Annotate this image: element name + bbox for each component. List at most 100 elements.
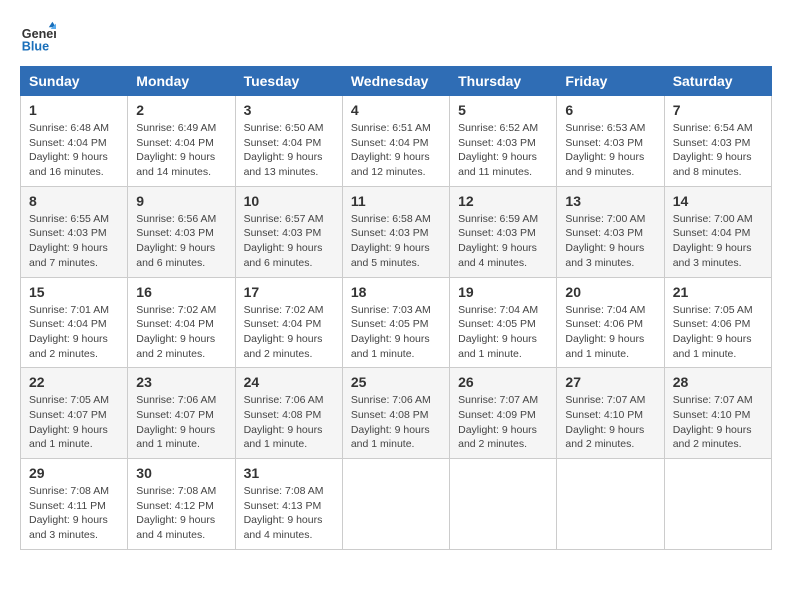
day-number: 7 [673, 102, 763, 118]
header-thursday: Thursday [450, 67, 557, 96]
day-number: 15 [29, 284, 119, 300]
calendar-cell: 17 Sunrise: 7:02 AMSunset: 4:04 PMDaylig… [235, 277, 342, 368]
day-info: Sunrise: 6:51 AMSunset: 4:04 PMDaylight:… [351, 121, 441, 180]
day-number: 16 [136, 284, 226, 300]
calendar-cell: 15 Sunrise: 7:01 AMSunset: 4:04 PMDaylig… [21, 277, 128, 368]
calendar-cell: 5 Sunrise: 6:52 AMSunset: 4:03 PMDayligh… [450, 96, 557, 187]
day-info: Sunrise: 6:53 AMSunset: 4:03 PMDaylight:… [565, 121, 655, 180]
calendar-cell: 1 Sunrise: 6:48 AMSunset: 4:04 PMDayligh… [21, 96, 128, 187]
calendar-cell: 28 Sunrise: 7:07 AMSunset: 4:10 PMDaylig… [664, 368, 771, 459]
calendar-cell: 21 Sunrise: 7:05 AMSunset: 4:06 PMDaylig… [664, 277, 771, 368]
day-number: 24 [244, 374, 334, 390]
calendar-table: SundayMondayTuesdayWednesdayThursdayFrid… [20, 66, 772, 550]
day-info: Sunrise: 6:58 AMSunset: 4:03 PMDaylight:… [351, 212, 441, 271]
day-number: 5 [458, 102, 548, 118]
day-number: 12 [458, 193, 548, 209]
calendar-cell: 2 Sunrise: 6:49 AMSunset: 4:04 PMDayligh… [128, 96, 235, 187]
day-info: Sunrise: 7:03 AMSunset: 4:05 PMDaylight:… [351, 303, 441, 362]
day-number: 19 [458, 284, 548, 300]
week-row-2: 8 Sunrise: 6:55 AMSunset: 4:03 PMDayligh… [21, 186, 772, 277]
calendar-cell: 26 Sunrise: 7:07 AMSunset: 4:09 PMDaylig… [450, 368, 557, 459]
day-info: Sunrise: 7:07 AMSunset: 4:10 PMDaylight:… [565, 393, 655, 452]
day-number: 30 [136, 465, 226, 481]
day-number: 20 [565, 284, 655, 300]
calendar-cell: 25 Sunrise: 7:06 AMSunset: 4:08 PMDaylig… [342, 368, 449, 459]
day-number: 10 [244, 193, 334, 209]
day-info: Sunrise: 6:52 AMSunset: 4:03 PMDaylight:… [458, 121, 548, 180]
calendar-header-row: SundayMondayTuesdayWednesdayThursdayFrid… [21, 67, 772, 96]
day-number: 26 [458, 374, 548, 390]
header-friday: Friday [557, 67, 664, 96]
calendar-cell: 8 Sunrise: 6:55 AMSunset: 4:03 PMDayligh… [21, 186, 128, 277]
calendar-cell: 29 Sunrise: 7:08 AMSunset: 4:11 PMDaylig… [21, 459, 128, 550]
day-number: 18 [351, 284, 441, 300]
day-info: Sunrise: 7:08 AMSunset: 4:12 PMDaylight:… [136, 484, 226, 543]
calendar-cell: 19 Sunrise: 7:04 AMSunset: 4:05 PMDaylig… [450, 277, 557, 368]
day-info: Sunrise: 7:07 AMSunset: 4:09 PMDaylight:… [458, 393, 548, 452]
week-row-5: 29 Sunrise: 7:08 AMSunset: 4:11 PMDaylig… [21, 459, 772, 550]
day-number: 14 [673, 193, 763, 209]
day-info: Sunrise: 7:02 AMSunset: 4:04 PMDaylight:… [136, 303, 226, 362]
calendar-cell: 10 Sunrise: 6:57 AMSunset: 4:03 PMDaylig… [235, 186, 342, 277]
calendar-cell: 4 Sunrise: 6:51 AMSunset: 4:04 PMDayligh… [342, 96, 449, 187]
calendar-cell: 9 Sunrise: 6:56 AMSunset: 4:03 PMDayligh… [128, 186, 235, 277]
calendar-cell: 11 Sunrise: 6:58 AMSunset: 4:03 PMDaylig… [342, 186, 449, 277]
day-info: Sunrise: 6:50 AMSunset: 4:04 PMDaylight:… [244, 121, 334, 180]
day-info: Sunrise: 6:49 AMSunset: 4:04 PMDaylight:… [136, 121, 226, 180]
day-info: Sunrise: 7:02 AMSunset: 4:04 PMDaylight:… [244, 303, 334, 362]
day-number: 2 [136, 102, 226, 118]
day-number: 9 [136, 193, 226, 209]
calendar-cell: 23 Sunrise: 7:06 AMSunset: 4:07 PMDaylig… [128, 368, 235, 459]
day-info: Sunrise: 7:08 AMSunset: 4:13 PMDaylight:… [244, 484, 334, 543]
day-info: Sunrise: 7:00 AMSunset: 4:03 PMDaylight:… [565, 212, 655, 271]
day-number: 21 [673, 284, 763, 300]
day-info: Sunrise: 6:59 AMSunset: 4:03 PMDaylight:… [458, 212, 548, 271]
calendar-cell: 22 Sunrise: 7:05 AMSunset: 4:07 PMDaylig… [21, 368, 128, 459]
svg-text:Blue: Blue [22, 40, 49, 54]
day-number: 31 [244, 465, 334, 481]
day-info: Sunrise: 6:56 AMSunset: 4:03 PMDaylight:… [136, 212, 226, 271]
calendar-cell: 18 Sunrise: 7:03 AMSunset: 4:05 PMDaylig… [342, 277, 449, 368]
day-number: 17 [244, 284, 334, 300]
calendar-cell: 16 Sunrise: 7:02 AMSunset: 4:04 PMDaylig… [128, 277, 235, 368]
calendar-cell: 20 Sunrise: 7:04 AMSunset: 4:06 PMDaylig… [557, 277, 664, 368]
calendar-cell: 30 Sunrise: 7:08 AMSunset: 4:12 PMDaylig… [128, 459, 235, 550]
calendar-cell [342, 459, 449, 550]
logo-icon: General Blue [20, 20, 56, 56]
header-monday: Monday [128, 67, 235, 96]
day-info: Sunrise: 7:04 AMSunset: 4:06 PMDaylight:… [565, 303, 655, 362]
day-info: Sunrise: 7:00 AMSunset: 4:04 PMDaylight:… [673, 212, 763, 271]
day-number: 23 [136, 374, 226, 390]
calendar-cell [557, 459, 664, 550]
calendar-cell: 12 Sunrise: 6:59 AMSunset: 4:03 PMDaylig… [450, 186, 557, 277]
day-info: Sunrise: 7:05 AMSunset: 4:07 PMDaylight:… [29, 393, 119, 452]
calendar-cell: 7 Sunrise: 6:54 AMSunset: 4:03 PMDayligh… [664, 96, 771, 187]
day-number: 13 [565, 193, 655, 209]
day-info: Sunrise: 7:06 AMSunset: 4:07 PMDaylight:… [136, 393, 226, 452]
day-info: Sunrise: 7:04 AMSunset: 4:05 PMDaylight:… [458, 303, 548, 362]
header-saturday: Saturday [664, 67, 771, 96]
day-number: 6 [565, 102, 655, 118]
day-info: Sunrise: 7:08 AMSunset: 4:11 PMDaylight:… [29, 484, 119, 543]
header-tuesday: Tuesday [235, 67, 342, 96]
day-number: 4 [351, 102, 441, 118]
day-info: Sunrise: 6:57 AMSunset: 4:03 PMDaylight:… [244, 212, 334, 271]
calendar-cell: 13 Sunrise: 7:00 AMSunset: 4:03 PMDaylig… [557, 186, 664, 277]
day-number: 11 [351, 193, 441, 209]
calendar-cell [450, 459, 557, 550]
day-info: Sunrise: 6:48 AMSunset: 4:04 PMDaylight:… [29, 121, 119, 180]
header-wednesday: Wednesday [342, 67, 449, 96]
day-number: 27 [565, 374, 655, 390]
calendar-cell: 6 Sunrise: 6:53 AMSunset: 4:03 PMDayligh… [557, 96, 664, 187]
header-sunday: Sunday [21, 67, 128, 96]
day-info: Sunrise: 6:55 AMSunset: 4:03 PMDaylight:… [29, 212, 119, 271]
calendar-cell: 27 Sunrise: 7:07 AMSunset: 4:10 PMDaylig… [557, 368, 664, 459]
day-info: Sunrise: 7:05 AMSunset: 4:06 PMDaylight:… [673, 303, 763, 362]
logo: General Blue [20, 20, 60, 56]
page-header: General Blue [20, 20, 772, 56]
week-row-4: 22 Sunrise: 7:05 AMSunset: 4:07 PMDaylig… [21, 368, 772, 459]
calendar-cell [664, 459, 771, 550]
day-number: 22 [29, 374, 119, 390]
calendar-cell: 24 Sunrise: 7:06 AMSunset: 4:08 PMDaylig… [235, 368, 342, 459]
day-number: 3 [244, 102, 334, 118]
